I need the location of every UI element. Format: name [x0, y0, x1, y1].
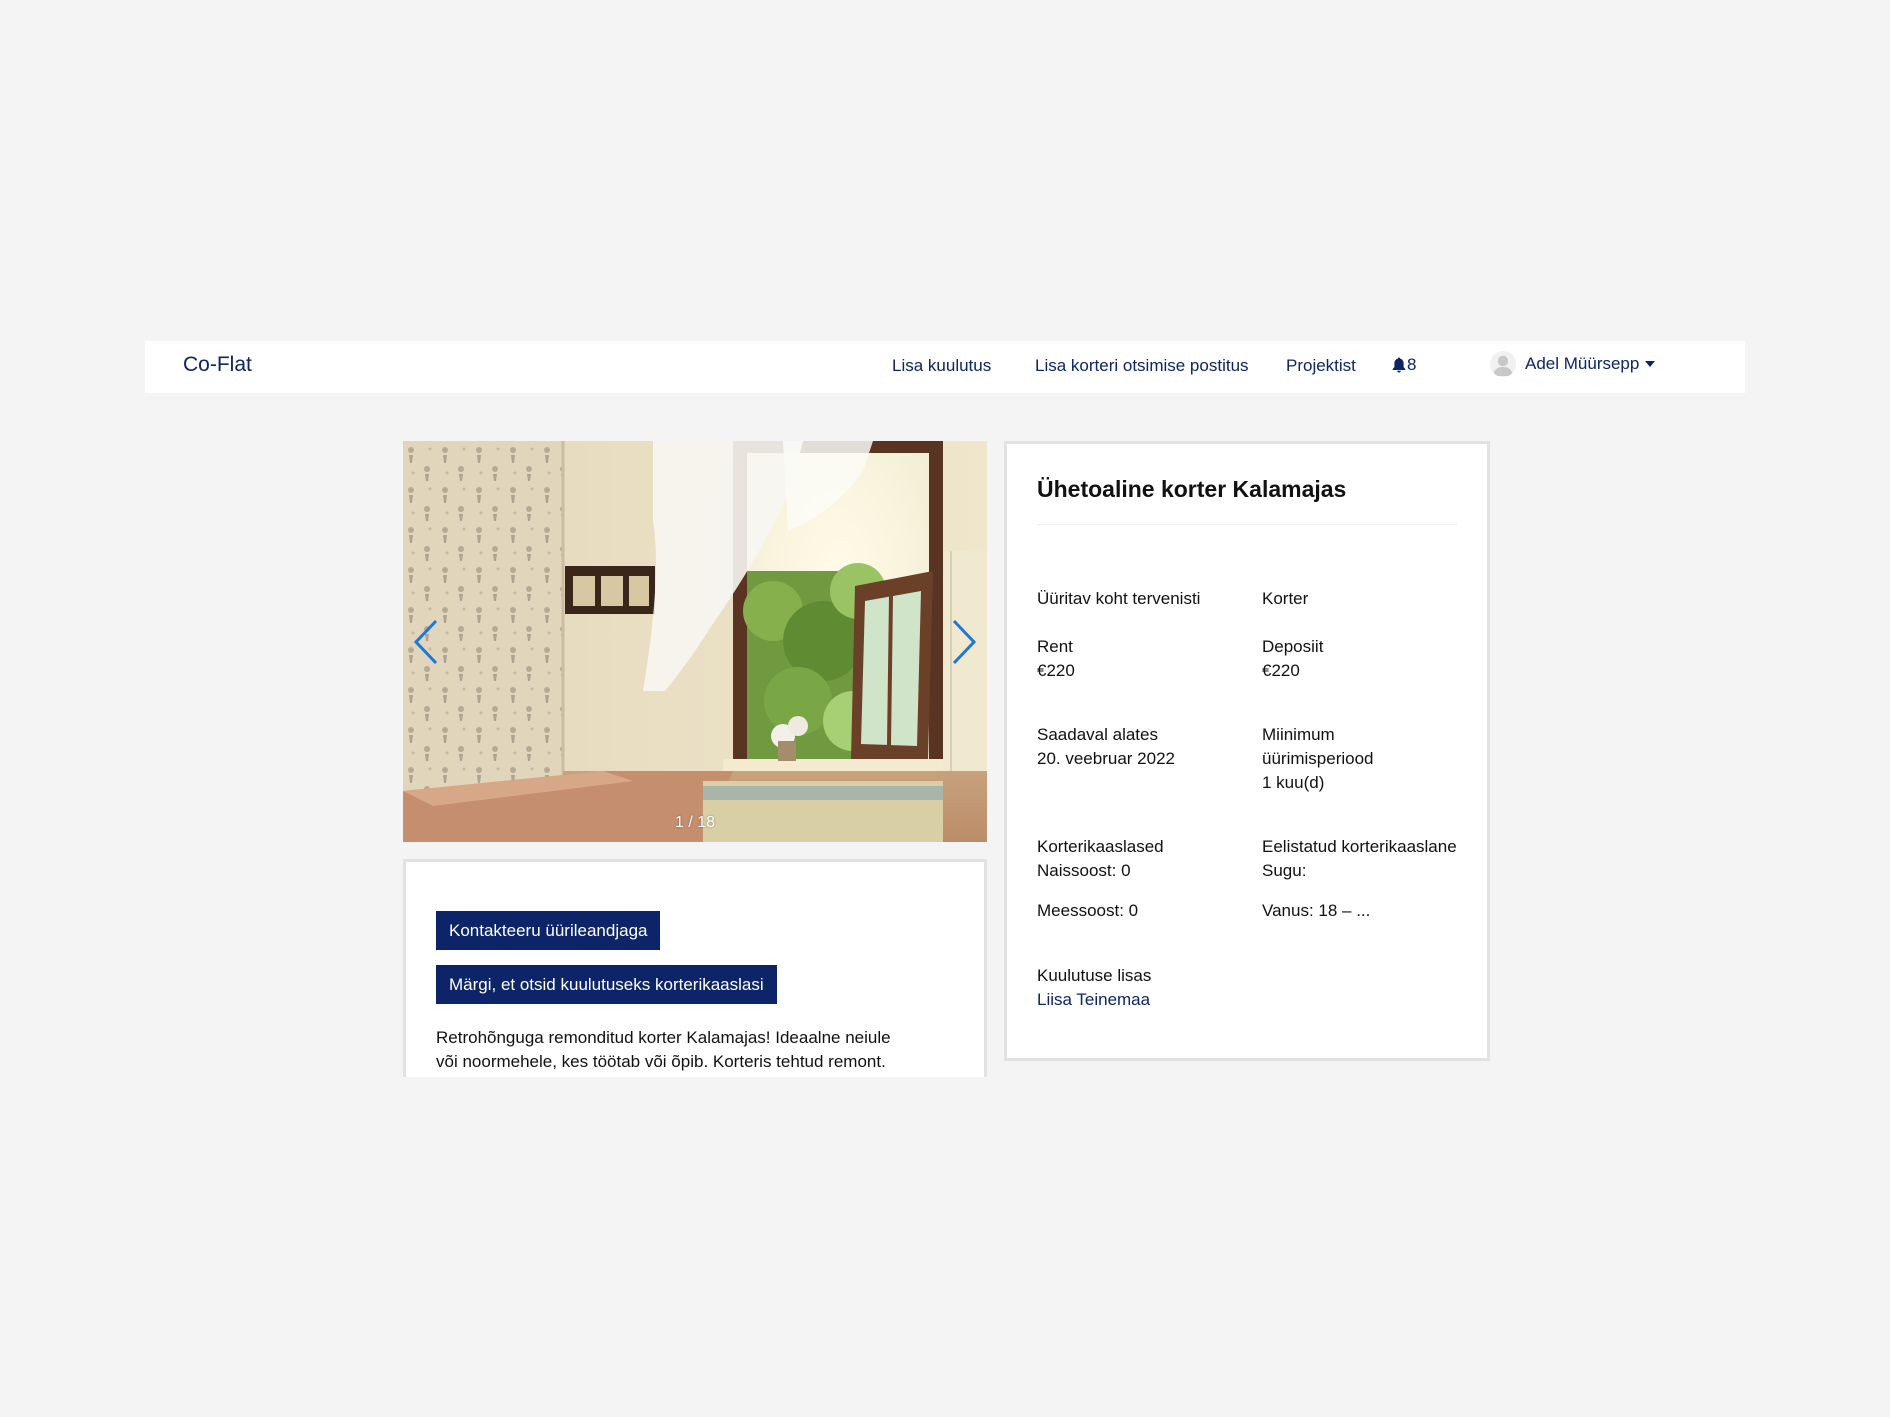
- preferred-gender: Sugu:: [1262, 861, 1307, 880]
- gallery-prev-button[interactable]: [411, 617, 441, 667]
- deposit-value: €220: [1262, 661, 1300, 680]
- added-by-link[interactable]: Liisa Teinemaa: [1037, 990, 1150, 1009]
- min-period-value: 1 kuu(d): [1262, 773, 1325, 792]
- preferred-flatmate-label: Eelistatud korterikaaslane: [1262, 837, 1457, 856]
- added-by-label: Kuulutuse lisas: [1037, 966, 1152, 985]
- title-divider: [1037, 524, 1457, 525]
- gallery-next-button[interactable]: [949, 617, 979, 667]
- chevron-right-icon: [952, 619, 977, 665]
- available-from-value: 20. veebruar 2022: [1037, 749, 1175, 768]
- flatmates-male: Meessoost: 0: [1037, 901, 1139, 920]
- rent-value: €220: [1037, 661, 1075, 680]
- brand-logo[interactable]: Co-Flat: [183, 353, 252, 377]
- top-navbar: Co-Flat Lisa kuulutus Lisa korteri otsim…: [145, 341, 1745, 393]
- listing-info-card: Ühetoaline korter Kalamajas Üüritav koht…: [1004, 441, 1490, 1061]
- notification-count: 8: [1407, 355, 1417, 374]
- notifications-button[interactable]: 8: [1392, 355, 1416, 375]
- available-from-label: Saadaval alates: [1037, 725, 1158, 744]
- user-menu-dropdown[interactable]: Adel Müürsepp: [1490, 351, 1656, 377]
- gallery-counter: 1 / 18: [674, 814, 716, 831]
- action-card: Kontakteeru üürileandjaga Märgi, et otsi…: [403, 859, 987, 1077]
- caret-down-icon: [1645, 361, 1656, 367]
- nav-add-search-post[interactable]: Lisa korteri otsimise postitus: [1035, 356, 1249, 376]
- preferred-age: Vanus: 18 – ...: [1262, 901, 1371, 920]
- apartment-photo: [403, 441, 987, 842]
- user-name: Adel Müürsepp: [1525, 354, 1640, 373]
- nav-add-listing[interactable]: Lisa kuulutus: [892, 356, 991, 376]
- nav-project[interactable]: Projektist: [1286, 356, 1356, 376]
- mark-seeking-flatmates-button[interactable]: Märgi, et otsid kuulutuseks korterikaasl…: [436, 965, 777, 1004]
- listing-description: Retrohõnguga remonditud korter Kalamajas…: [436, 1028, 891, 1071]
- listing-title: Ühetoaline korter Kalamajas: [1037, 476, 1347, 502]
- min-period-label: Miinimum üürimisperiood: [1262, 725, 1374, 768]
- contact-landlord-button[interactable]: Kontakteeru üürileandjaga: [436, 911, 661, 950]
- avatar-icon: [1490, 351, 1516, 377]
- flatmates-label: Korterikaaslased: [1037, 837, 1164, 856]
- deposit-label: Deposiit: [1262, 637, 1324, 656]
- rental-type: Üüritav koht tervenisti: [1037, 589, 1201, 608]
- bell-icon: [1392, 357, 1406, 373]
- property-type: Korter: [1262, 589, 1309, 608]
- photo-gallery[interactable]: 1 / 18: [403, 441, 987, 842]
- chevron-left-icon: [413, 619, 438, 665]
- rent-label: Rent: [1037, 637, 1073, 656]
- flatmates-female: Naissoost: 0: [1037, 861, 1131, 880]
